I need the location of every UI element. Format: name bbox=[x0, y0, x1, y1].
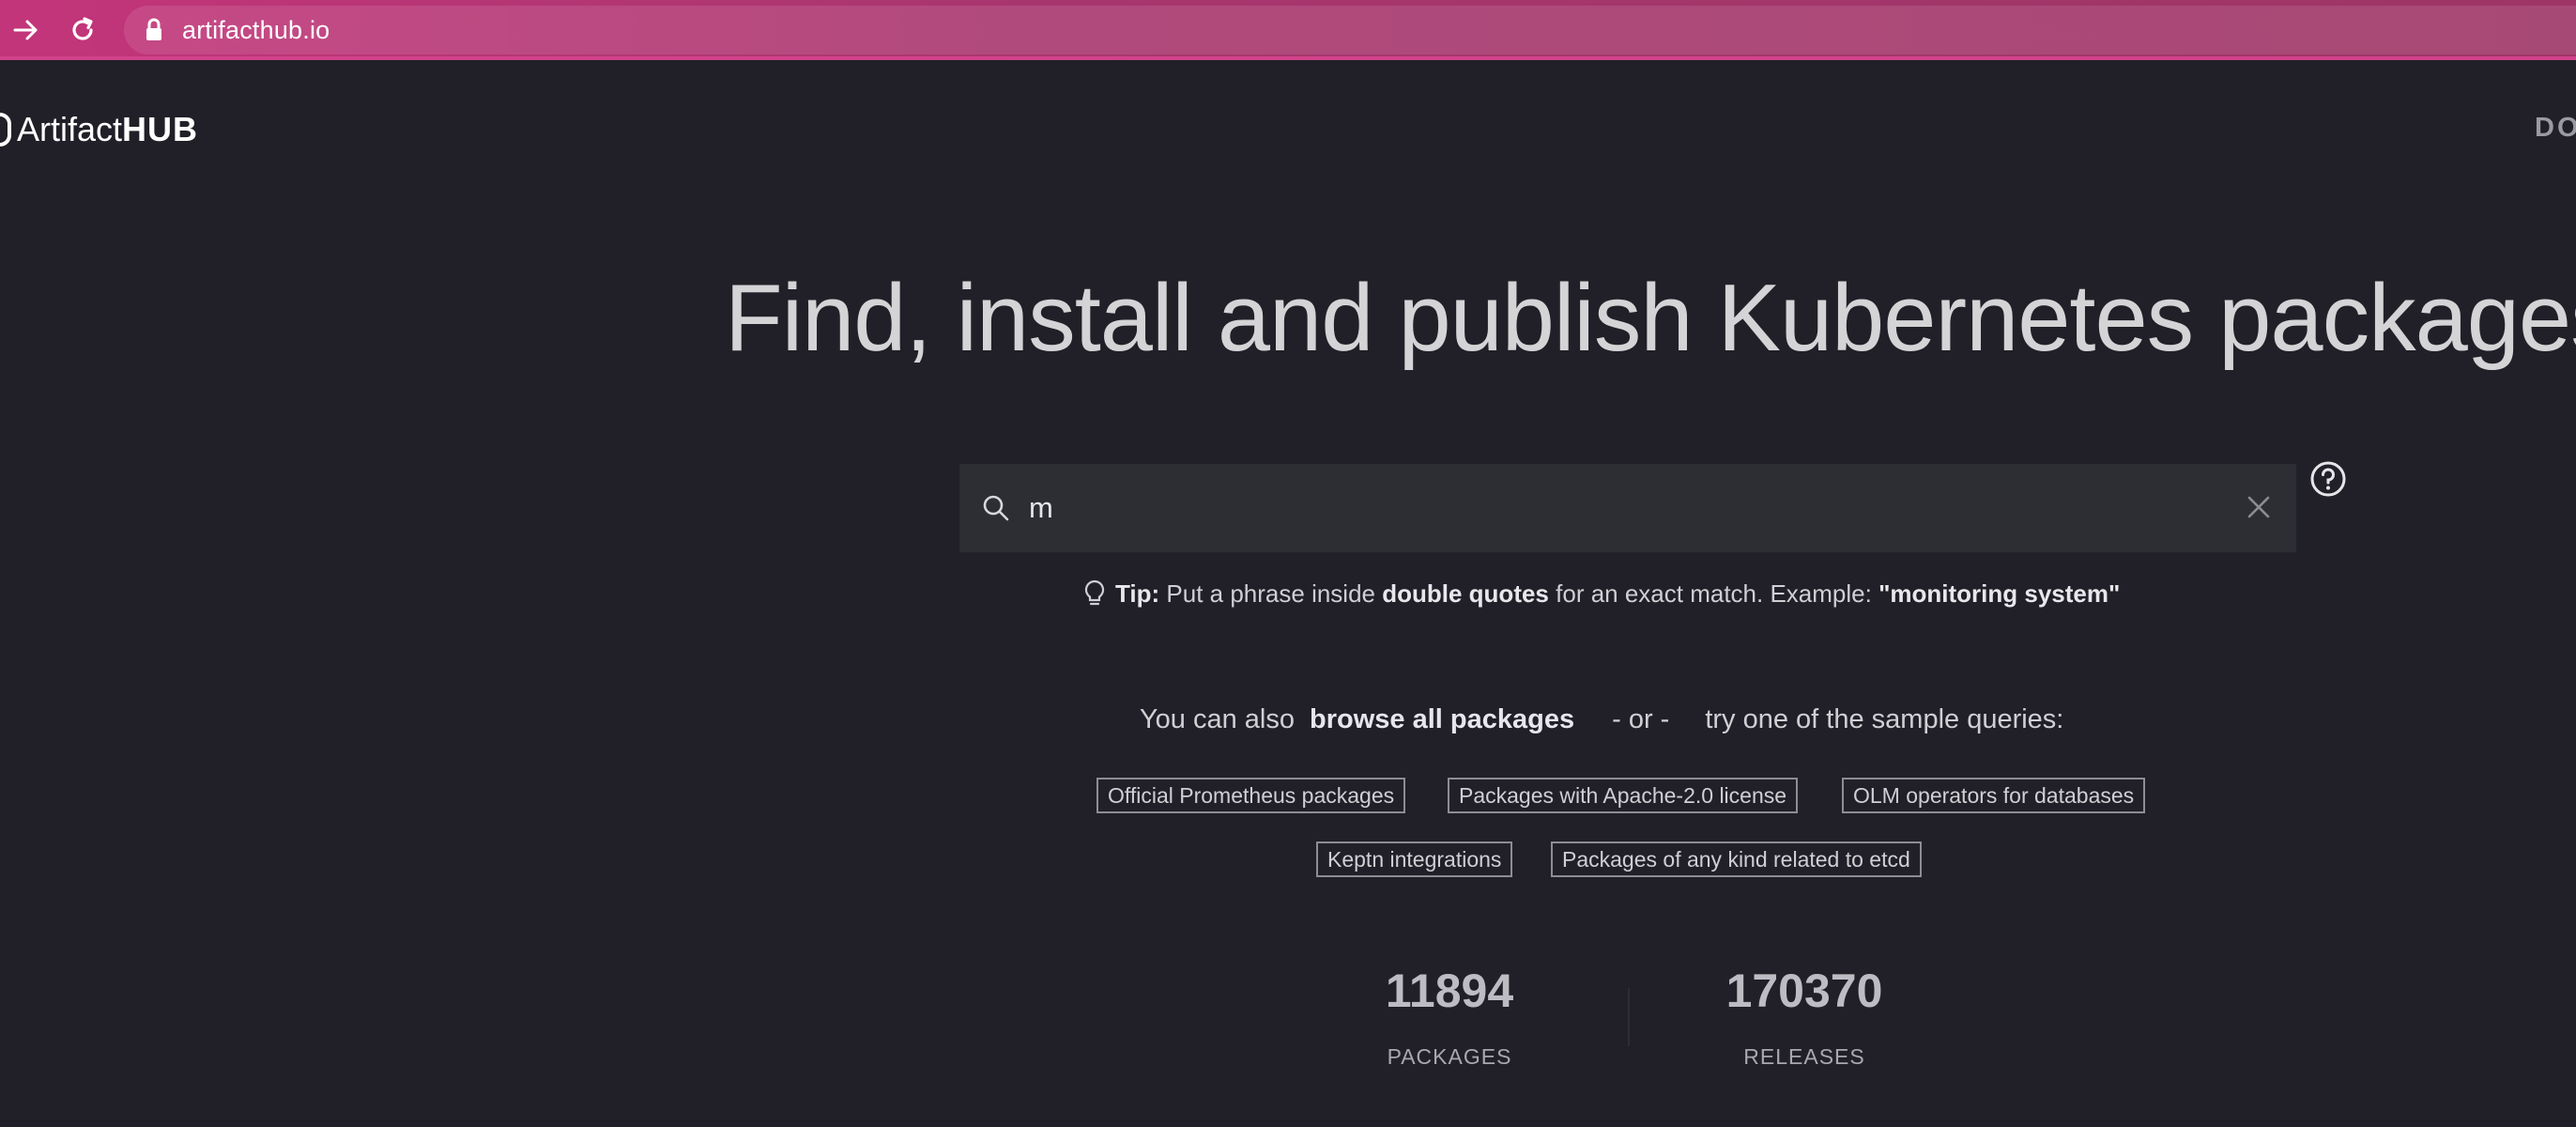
page-title: Find, install and publish Kubernetes pac… bbox=[725, 266, 2576, 371]
search-input[interactable] bbox=[1029, 464, 2202, 552]
search-bar[interactable] bbox=[959, 464, 2296, 552]
logo-strong: HUB bbox=[122, 110, 199, 148]
logo-prefix: Artifact bbox=[17, 110, 123, 148]
url-text: artifacthub.io bbox=[182, 15, 330, 44]
sample-query-prometheus[interactable]: Official Prometheus packages bbox=[1096, 778, 1406, 813]
tip-text-2: for an exact match. Example: bbox=[1548, 579, 1879, 608]
releases-label: RELEASES bbox=[1743, 1044, 1865, 1069]
header-nav-link-docs[interactable]: DO bbox=[2535, 113, 2576, 144]
artifacthub-logo[interactable]: ArtifactHUB bbox=[0, 107, 198, 152]
question-circle-icon[interactable] bbox=[2309, 460, 2347, 498]
lightbulb-icon bbox=[1084, 579, 1105, 606]
tip-text-1: Put a phrase inside bbox=[1159, 579, 1383, 608]
sample-query-etcd[interactable]: Packages of any kind related to etcd bbox=[1551, 841, 1922, 877]
search-icon bbox=[983, 495, 1009, 521]
sample-query-apache-license[interactable]: Packages with Apache-2.0 license bbox=[1448, 778, 1799, 813]
releases-count: 170370 bbox=[1725, 965, 1883, 1017]
browse-all-packages-link[interactable]: browse all packages bbox=[1310, 704, 1574, 735]
browse-suffix: try one of the sample queries: bbox=[1705, 703, 2064, 734]
stats-divider bbox=[1628, 988, 1630, 1046]
close-icon[interactable] bbox=[2242, 490, 2276, 524]
logo-text: ArtifactHUB bbox=[17, 110, 198, 149]
sample-query-keptn[interactable]: Keptn integrations bbox=[1316, 841, 1513, 877]
search-tip: Tip: Put a phrase inside double quotes f… bbox=[1083, 577, 2276, 610]
reload-icon[interactable] bbox=[66, 13, 100, 47]
logo-mark-icon bbox=[0, 113, 11, 147]
packages-count: 11894 bbox=[1385, 965, 1514, 1017]
packages-label: PACKAGES bbox=[1387, 1044, 1512, 1069]
tip-label: Tip: bbox=[1115, 579, 1160, 608]
browser-toolbar: artifacthub.io bbox=[0, 0, 2576, 60]
tip-example: "monitoring system" bbox=[1878, 579, 2121, 608]
browse-prefix: You can also bbox=[1140, 703, 1296, 734]
browse-separator: - or - bbox=[1612, 703, 1670, 734]
address-bar[interactable]: artifacthub.io bbox=[124, 6, 2576, 54]
lock-icon bbox=[143, 16, 165, 44]
tip-emphasis: double quotes bbox=[1382, 579, 1549, 608]
forward-arrow-icon[interactable] bbox=[9, 13, 43, 47]
browse-line: You can also browse all packages - or - … bbox=[1140, 701, 2063, 738]
sample-query-olm-databases[interactable]: OLM operators for databases bbox=[1842, 778, 2146, 813]
